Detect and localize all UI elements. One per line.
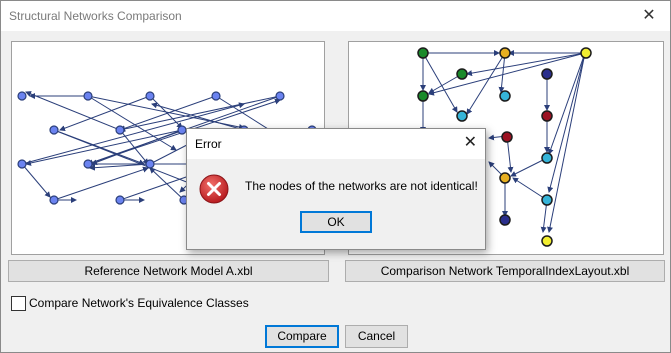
cmp-node-green[interactable] <box>456 68 468 80</box>
cmp-node-red[interactable] <box>541 110 553 122</box>
ref-node[interactable] <box>83 91 93 101</box>
cmp-node-cyan[interactable] <box>456 110 468 122</box>
ref-node[interactable] <box>145 91 155 101</box>
compare-button[interactable]: Compare <box>265 325 339 348</box>
ref-node[interactable] <box>177 125 187 135</box>
ref-node[interactable] <box>211 91 221 101</box>
ref-node[interactable] <box>145 159 155 169</box>
cmp-node-gold[interactable] <box>499 172 511 184</box>
error-dialog-body: The nodes of the networks are not identi… <box>187 159 485 249</box>
cancel-button[interactable]: Cancel <box>345 325 408 348</box>
cmp-node-yellow[interactable] <box>580 47 592 59</box>
cmp-node-cyan[interactable] <box>499 90 511 102</box>
close-icon[interactable]: ✕ <box>638 5 660 27</box>
ref-node[interactable] <box>49 125 59 135</box>
cmp-node-cyan[interactable] <box>541 194 553 206</box>
ref-node[interactable] <box>17 91 27 101</box>
cmp-node-red[interactable] <box>501 131 513 143</box>
dialog-close-icon[interactable]: ✕ <box>464 132 477 152</box>
error-message: The nodes of the networks are not identi… <box>245 179 478 193</box>
cmp-node-cyan[interactable] <box>541 152 553 164</box>
ref-node[interactable] <box>115 195 125 205</box>
cmp-node-gold[interactable] <box>499 47 511 59</box>
cmp-node-navy[interactable] <box>541 68 553 80</box>
cmp-node-yellow[interactable] <box>541 235 553 247</box>
error-dialog-title: Error <box>195 137 222 151</box>
ref-node[interactable] <box>83 159 93 169</box>
ref-node[interactable] <box>17 159 27 169</box>
comparison-network-file-button[interactable]: Comparison Network TemporalIndexLayout.x… <box>345 260 665 282</box>
ref-node[interactable] <box>275 91 285 101</box>
error-dialog: Error ✕ The nodes of the networks are no… <box>186 128 486 250</box>
equivalence-classes-label: Compare Network's Equivalence Classes <box>29 296 249 310</box>
error-icon <box>199 174 229 204</box>
cmp-node-green[interactable] <box>417 47 429 59</box>
ref-node[interactable] <box>49 195 59 205</box>
equivalence-classes-checkbox[interactable] <box>11 296 26 311</box>
cmp-node-navy[interactable] <box>499 214 511 226</box>
reference-network-file-button[interactable]: Reference Network Model A.xbl <box>8 260 329 282</box>
ok-button[interactable]: OK <box>300 211 372 233</box>
cmp-node-green[interactable] <box>417 90 429 102</box>
ref-node[interactable] <box>115 125 125 135</box>
window-title: Structural Networks Comparison <box>9 9 182 23</box>
title-bar: Structural Networks Comparison ✕ <box>1 1 670 31</box>
